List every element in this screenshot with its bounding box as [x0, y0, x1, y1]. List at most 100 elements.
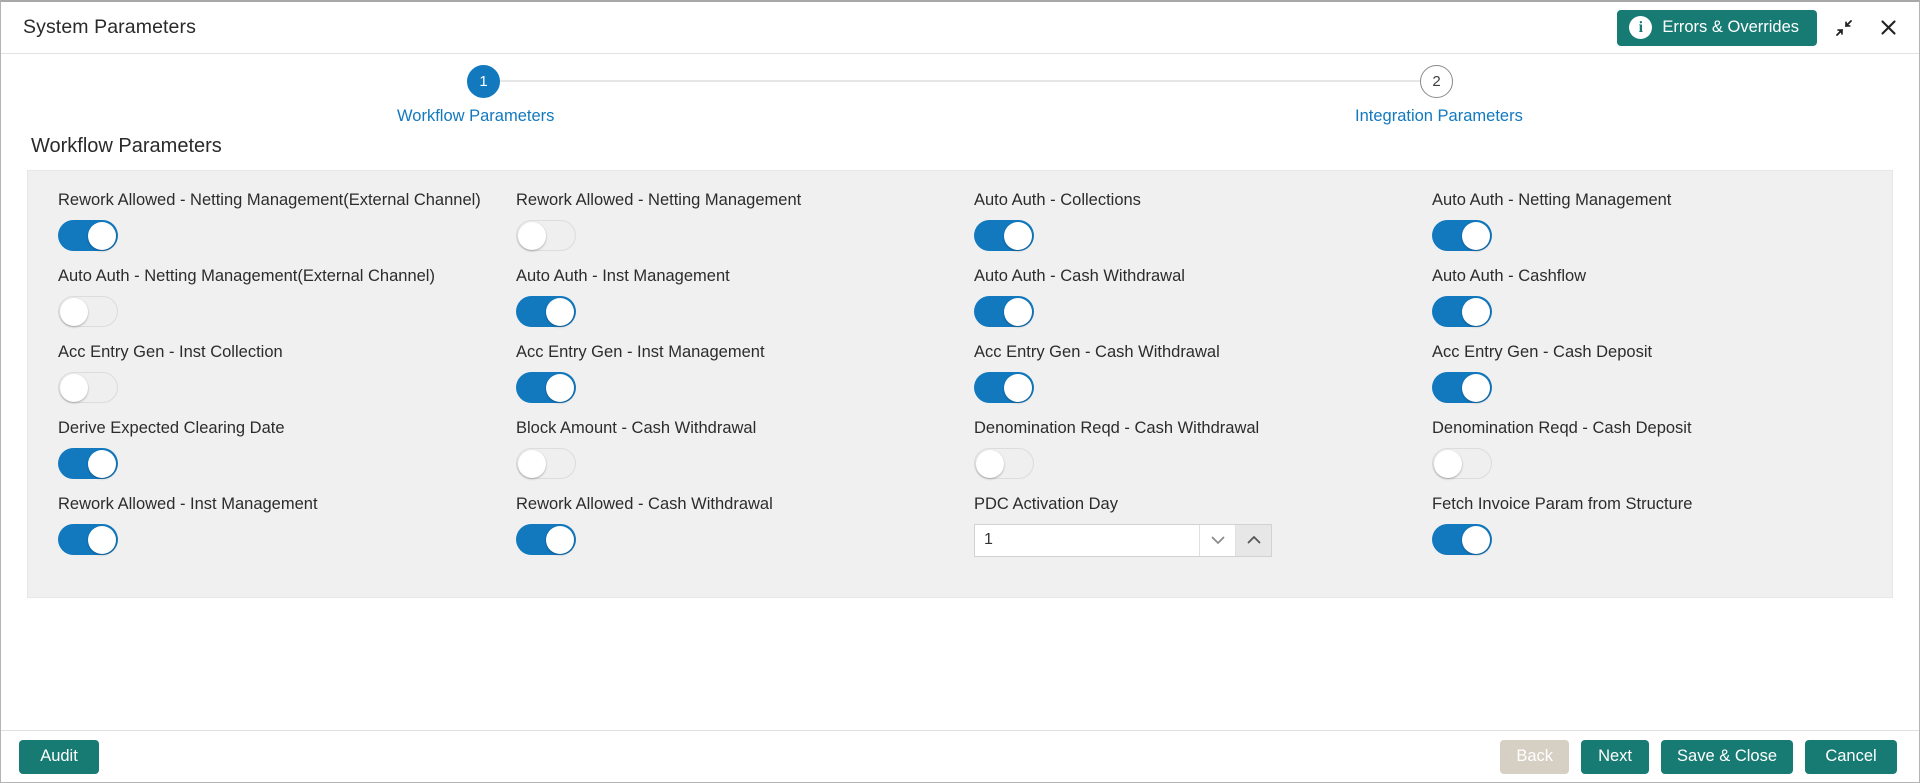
stepper-track: 1 2: [1, 64, 1919, 98]
parameter-field: Block Amount - Cash Withdrawal: [502, 419, 960, 495]
next-button[interactable]: Next: [1581, 739, 1650, 774]
footer-right-buttons: Back Next Save & Close Cancel: [1500, 739, 1897, 774]
footer-action-bar: Audit Back Next Save & Close Cancel: [1, 730, 1919, 782]
parameter-field: Auto Auth - Cash Withdrawal: [960, 267, 1418, 343]
toggle-switch[interactable]: [58, 523, 118, 555]
parameter-label: Acc Entry Gen - Cash Withdrawal: [974, 343, 1220, 361]
toggle-knob: [88, 449, 116, 478]
back-button[interactable]: Back: [1500, 739, 1570, 774]
errors-and-overrides-button[interactable]: i Errors & Overrides: [1617, 9, 1817, 46]
audit-button[interactable]: Audit: [19, 739, 99, 774]
stepper-step-1-circle[interactable]: 1: [467, 64, 500, 98]
parameter-label: Denomination Reqd - Cash Deposit: [1432, 419, 1692, 437]
section-heading: Workflow Parameters: [31, 135, 222, 157]
toggle-knob: [976, 449, 1004, 478]
toggle-knob: [546, 297, 574, 326]
parameter-field: Auto Auth - Cashflow: [1418, 267, 1876, 343]
toggle-knob: [60, 297, 88, 326]
toggle-switch[interactable]: [516, 523, 576, 555]
toggle-switch[interactable]: [516, 447, 576, 479]
parameter-label: Acc Entry Gen - Inst Collection: [58, 343, 283, 361]
parameter-label: Block Amount - Cash Withdrawal: [516, 419, 757, 437]
toggle-knob: [1462, 373, 1490, 402]
parameter-label: Auto Auth - Collections: [974, 191, 1141, 209]
main-content: Workflow Parameters Rework Allowed - Net…: [1, 131, 1919, 730]
save-and-close-button[interactable]: Save & Close: [1661, 739, 1793, 774]
stepper-labels: Workflow Parameters Integration Paramete…: [1, 107, 1919, 131]
titlebar-actions: i Errors & Overrides: [1617, 9, 1905, 46]
parameter-field: Auto Auth - Collections: [960, 191, 1418, 267]
parameter-label: Denomination Reqd - Cash Withdrawal: [974, 419, 1260, 437]
toggle-switch[interactable]: [58, 371, 118, 403]
parameter-label: Fetch Invoice Param from Structure: [1432, 495, 1693, 513]
parameter-field: Auto Auth - Netting Management(External …: [44, 267, 502, 343]
toggle-knob: [546, 525, 574, 554]
toggle-knob: [88, 525, 116, 554]
parameter-field: Acc Entry Gen - Cash Withdrawal: [960, 343, 1418, 419]
toggle-knob: [518, 221, 546, 250]
parameter-label: Acc Entry Gen - Cash Deposit: [1432, 343, 1653, 361]
parameter-field: Acc Entry Gen - Inst Management: [502, 343, 960, 419]
toggle-knob: [1462, 525, 1490, 554]
number-stepper: [974, 523, 1272, 557]
wizard-stepper: 1 2 Workflow Parameters Integration Para…: [1, 54, 1919, 131]
toggle-switch[interactable]: [1432, 371, 1492, 403]
parameter-field: Fetch Invoice Param from Structure: [1418, 495, 1876, 571]
parameter-label: Rework Allowed - Netting Management: [516, 191, 802, 209]
parameter-field: Rework Allowed - Netting Management: [502, 191, 960, 267]
parameter-label: Auto Auth - Cashflow: [1432, 267, 1587, 285]
stepper-step-2-circle[interactable]: 2: [1420, 64, 1453, 98]
parameter-field: PDC Activation Day: [960, 495, 1418, 571]
toggle-knob: [1004, 221, 1032, 250]
toggle-knob: [60, 373, 88, 402]
parameter-label: Rework Allowed - Inst Management: [58, 495, 318, 513]
info-icon: i: [1629, 16, 1653, 39]
toggle-switch[interactable]: [974, 447, 1034, 479]
parameter-field: Denomination Reqd - Cash Deposit: [1418, 419, 1876, 495]
parameter-label: Auto Auth - Netting Management: [1432, 191, 1672, 209]
toggle-knob: [518, 449, 546, 478]
toggle-switch[interactable]: [1432, 295, 1492, 327]
chevron-down-icon[interactable]: [1199, 524, 1236, 556]
toggle-switch[interactable]: [58, 447, 118, 479]
parameter-label: PDC Activation Day: [974, 495, 1118, 513]
parameter-label: Derive Expected Clearing Date: [58, 419, 285, 437]
close-icon[interactable]: [1871, 11, 1905, 45]
parameter-field: Auto Auth - Netting Management: [1418, 191, 1876, 267]
cancel-button[interactable]: Cancel: [1805, 739, 1897, 774]
parameter-field: Rework Allowed - Netting Management(Exte…: [44, 191, 502, 267]
chevron-up-icon[interactable]: [1235, 524, 1271, 556]
toggle-knob: [1004, 373, 1032, 402]
workflow-parameters-panel: Rework Allowed - Netting Management(Exte…: [27, 170, 1893, 598]
parameter-label: Auto Auth - Netting Management(External …: [58, 267, 435, 285]
parameter-label: Acc Entry Gen - Inst Management: [516, 343, 765, 361]
number-stepper-input[interactable]: [975, 524, 1200, 556]
toggle-switch[interactable]: [974, 219, 1034, 251]
parameter-label: Auto Auth - Cash Withdrawal: [974, 267, 1185, 285]
toggle-switch[interactable]: [974, 295, 1034, 327]
collapse-icon[interactable]: [1827, 11, 1861, 45]
parameter-label: Rework Allowed - Cash Withdrawal: [516, 495, 773, 513]
parameter-field: Acc Entry Gen - Inst Collection: [44, 343, 502, 419]
parameter-label: Auto Auth - Inst Management: [516, 267, 730, 285]
toggle-switch[interactable]: [58, 219, 118, 251]
parameter-field: Rework Allowed - Cash Withdrawal: [502, 495, 960, 571]
stepper-step-1-label[interactable]: Workflow Parameters: [397, 107, 554, 126]
toggle-switch[interactable]: [1432, 523, 1492, 555]
stepper-connector-line: [500, 80, 1420, 82]
errors-and-overrides-label: Errors & Overrides: [1662, 18, 1799, 36]
toggle-knob: [546, 373, 574, 402]
parameter-field: Derive Expected Clearing Date: [44, 419, 502, 495]
toggle-switch[interactable]: [1432, 447, 1492, 479]
page-title: System Parameters: [23, 16, 196, 38]
toggle-switch[interactable]: [58, 295, 118, 327]
parameter-field: Denomination Reqd - Cash Withdrawal: [960, 419, 1418, 495]
toggle-knob: [1434, 449, 1462, 478]
stepper-step-2-label[interactable]: Integration Parameters: [1355, 107, 1523, 126]
toggle-switch[interactable]: [516, 219, 576, 251]
toggle-switch[interactable]: [516, 371, 576, 403]
toggle-switch[interactable]: [974, 371, 1034, 403]
toggle-switch[interactable]: [1432, 219, 1492, 251]
toggle-switch[interactable]: [516, 295, 576, 327]
parameter-field: Rework Allowed - Inst Management: [44, 495, 502, 571]
